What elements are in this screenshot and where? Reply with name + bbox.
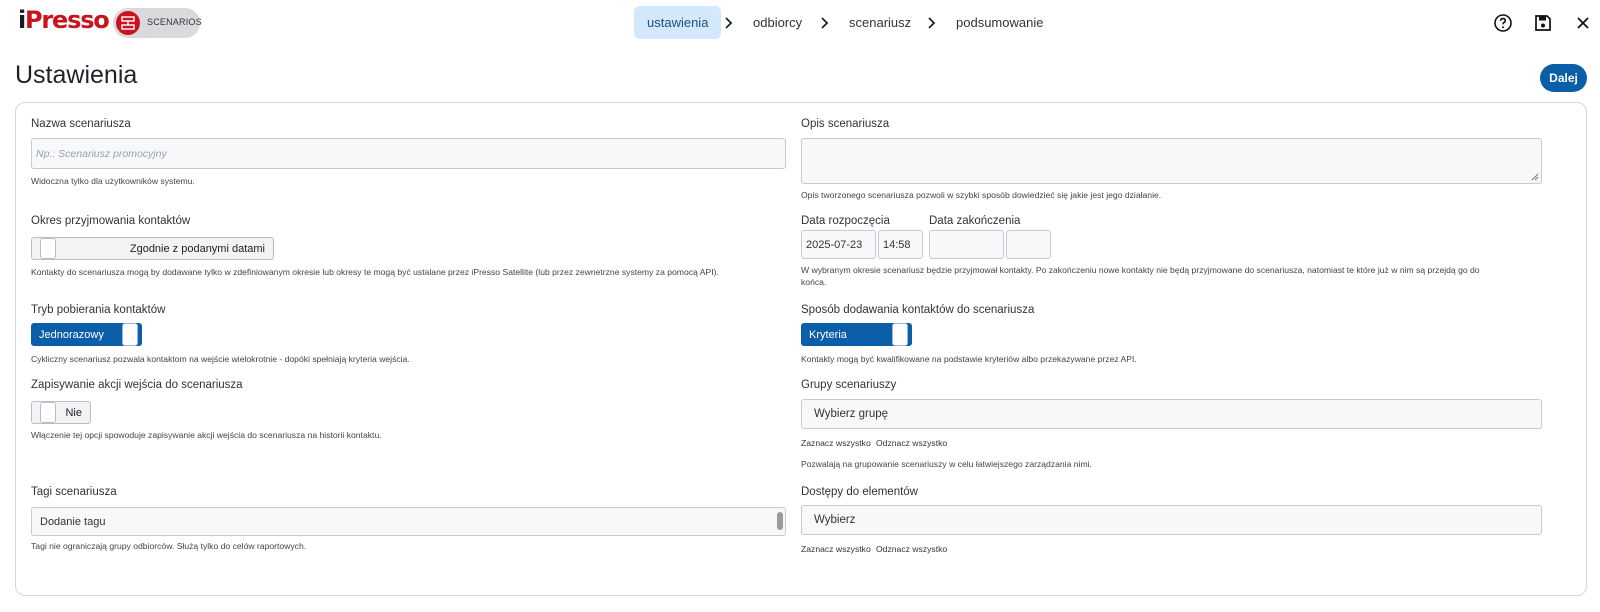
description-hint: Opis tworzonego scenariusza pozwoli w sz… — [801, 190, 1162, 200]
tags-input[interactable]: Dodanie tagu — [31, 507, 786, 536]
toggle-knob — [40, 238, 56, 259]
scenarios-module-badge[interactable]: SCENARIOS — [113, 8, 202, 38]
chevron-right-icon — [725, 17, 733, 29]
groups-hint: Pozwalają na grupowanie scenariuszy w ce… — [801, 459, 1092, 469]
groups-select-all-link[interactable]: Zaznacz wszystko — [801, 438, 871, 448]
add-method-label: Sposób dodawania kontaktów do scenariusz… — [801, 304, 1035, 316]
scenario-name-input[interactable]: Np.: Scenariusz promocyjny — [31, 138, 786, 169]
close-icon[interactable] — [1573, 13, 1593, 33]
mode-hint: Cykliczny scenariusz pozwala kontaktom n… — [31, 354, 410, 364]
step-ustawienia[interactable]: ustawienia — [634, 6, 722, 39]
period-toggle[interactable]: Zgodnie z podanymi datami — [31, 237, 274, 260]
mode-toggle[interactable]: Jednorazowy — [31, 323, 142, 346]
start-time-input[interactable]: 14:58 — [878, 230, 923, 259]
description-label: Opis scenariusza — [801, 118, 890, 130]
start-date-input[interactable]: 2025-07-23 — [801, 230, 876, 259]
step-podsumowanie[interactable]: podsumowanie — [956, 6, 1043, 39]
next-button[interactable]: Dalej — [1540, 64, 1587, 92]
start-date-label: Data rozpoczęcia — [801, 215, 890, 227]
toggle-knob — [122, 323, 138, 346]
dates-hint-line1: W wybranym okresie scenariusz będzie prz… — [801, 265, 1480, 275]
description-textarea[interactable] — [801, 138, 1542, 184]
step-scenariusz[interactable]: scenariusz — [849, 6, 911, 39]
settings-panel: Nazwa scenariusza Np.: Scenariusz promoc… — [15, 102, 1587, 596]
save-actions-toggle-text: Nie — [65, 406, 82, 419]
period-hint: Kontakty do scenariusza mogą by dodawane… — [31, 267, 719, 277]
tags-hint: Tagi nie ograniczają grupy odbiorców. Sł… — [31, 541, 307, 551]
save-actions-toggle[interactable]: Nie — [31, 401, 91, 424]
end-time-input[interactable] — [1006, 230, 1051, 259]
resize-handle-icon[interactable] — [1531, 173, 1539, 181]
toggle-knob — [40, 402, 56, 423]
period-toggle-text: Zgodnie z podanymi datami — [129, 242, 265, 255]
scenario-name-hint: Widoczna tylko dla użytkowników systemu. — [31, 176, 195, 186]
tags-input-text: Dodanie tagu — [40, 515, 106, 528]
tags-scrollbar[interactable] — [777, 512, 783, 530]
groups-label: Grupy scenariuszy — [801, 379, 897, 391]
add-method-hint: Kontakty mogą być kwalifikowane na podst… — [801, 354, 1137, 364]
dates-hint-line2: końca. — [801, 277, 827, 287]
access-label: Dostępy do elementów — [801, 486, 918, 498]
tags-label: Tagi scenariusza — [31, 486, 117, 498]
save-actions-hint: Włączenie tej opcji spowoduje zapisywani… — [31, 430, 382, 440]
scenario-name-label: Nazwa scenariusza — [31, 118, 131, 130]
end-date-label: Data zakończenia — [929, 215, 1021, 227]
chevron-right-icon — [821, 17, 829, 29]
ipresso-logo: iPresso — [18, 6, 110, 34]
access-deselect-all-link[interactable]: Odznacz wszystko — [876, 544, 947, 554]
access-select[interactable]: Wybierz — [801, 505, 1542, 535]
period-label: Okres przyjmowania kontaktów — [31, 215, 191, 227]
add-method-toggle-text: Kryteria — [809, 328, 847, 341]
scenarios-badge-label: SCENARIOS — [147, 17, 202, 27]
chevron-right-icon — [928, 17, 936, 29]
help-icon[interactable] — [1493, 13, 1513, 33]
save-icon[interactable] — [1533, 13, 1553, 33]
mode-label: Tryb pobierania kontaktów — [31, 304, 166, 316]
top-bar: iPresso SCENARIOS ustawienia odbiorcy sc… — [0, 0, 1600, 46]
add-method-toggle[interactable]: Kryteria — [801, 323, 912, 346]
scenarios-icon — [116, 11, 140, 35]
page-title: Ustawienia — [15, 61, 138, 89]
save-actions-label: Zapisywanie akcji wejścia do scenariusza — [31, 379, 243, 391]
step-odbiorcy[interactable]: odbiorcy — [753, 6, 802, 39]
groups-select[interactable]: Wybierz grupę — [801, 399, 1542, 429]
groups-deselect-all-link[interactable]: Odznacz wszystko — [876, 438, 947, 448]
access-select-all-link[interactable]: Zaznacz wszystko — [801, 544, 871, 554]
end-date-input[interactable] — [929, 230, 1004, 259]
toggle-knob — [892, 323, 908, 346]
mode-toggle-text: Jednorazowy — [39, 328, 104, 341]
